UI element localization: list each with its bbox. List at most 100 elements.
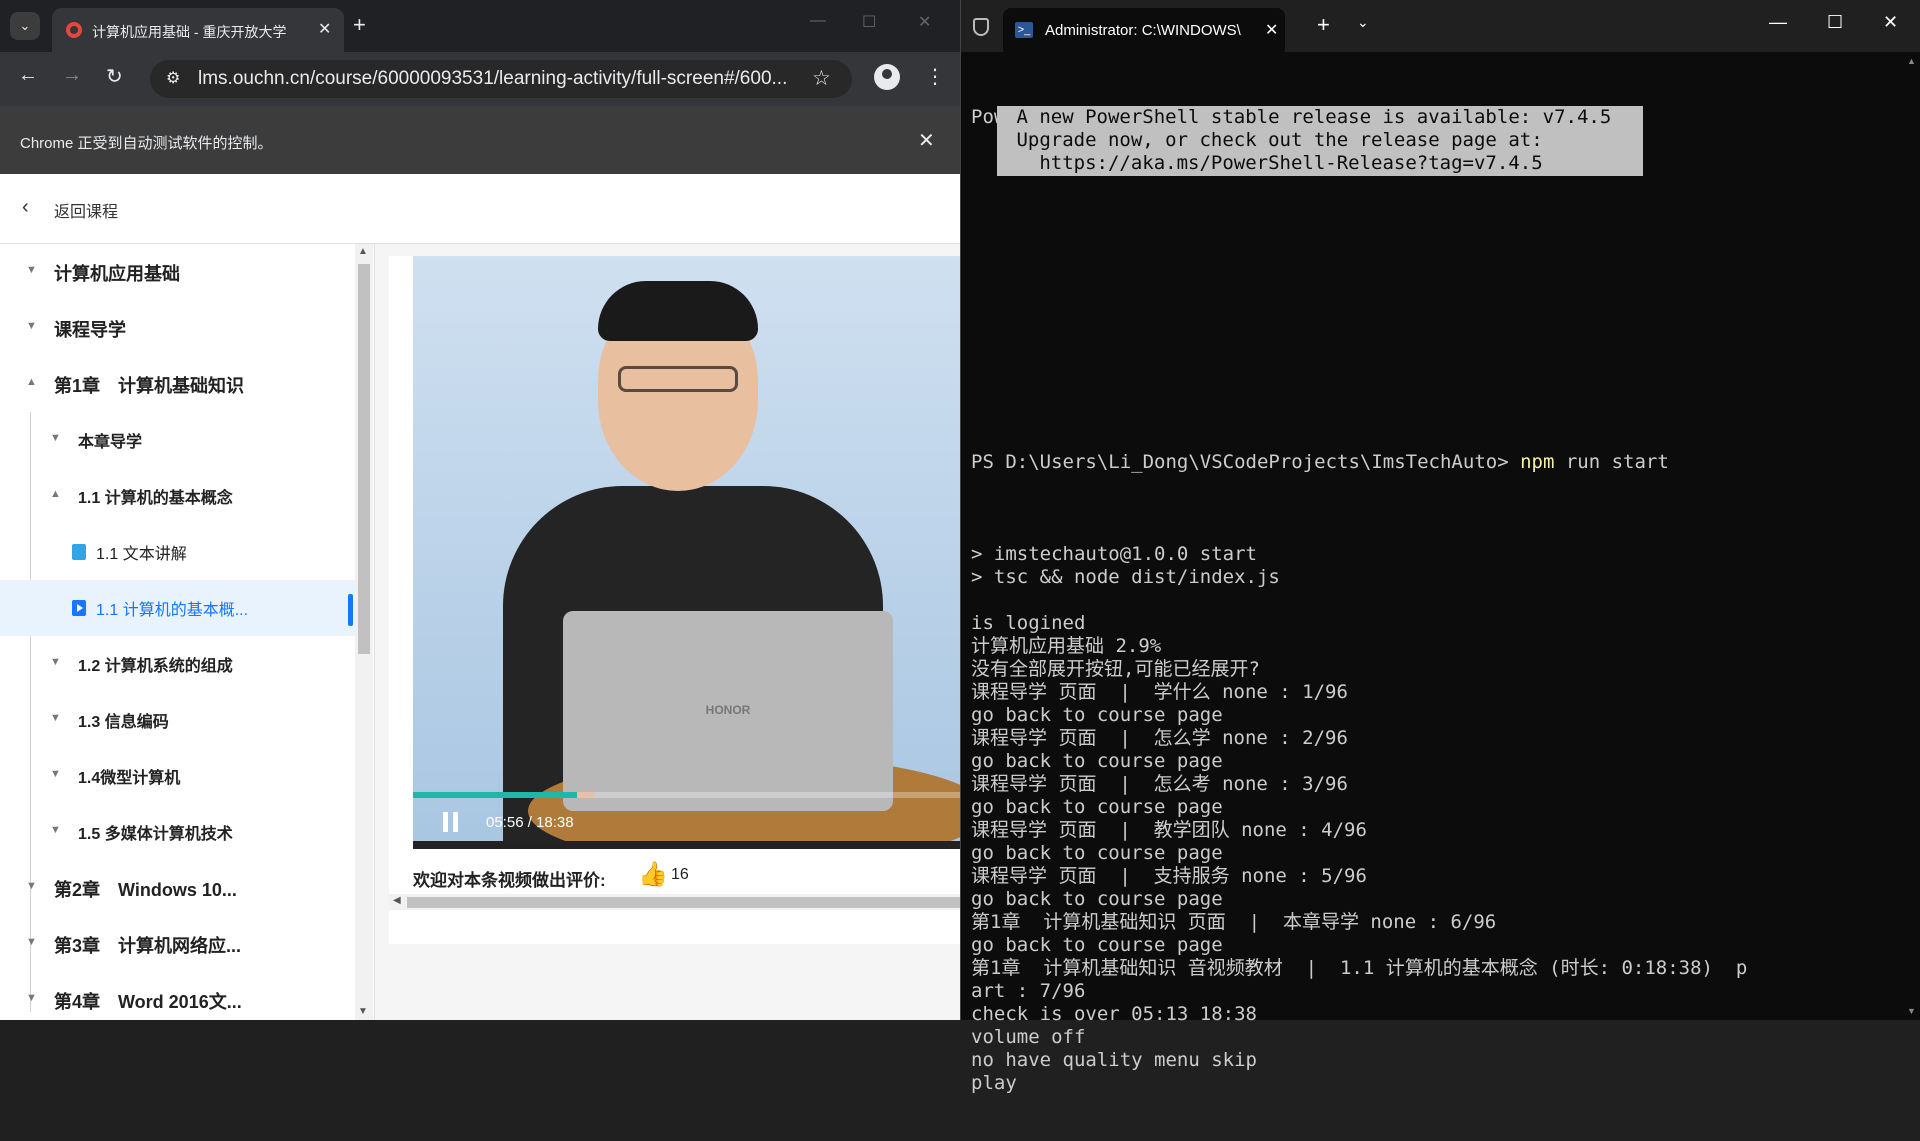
tree-item-chapter2[interactable]: ▼ 第2章 Windows 10... bbox=[0, 860, 356, 916]
notice-line: https://aka.ms/PowerShell-Release?tag=v7… bbox=[1005, 152, 1543, 174]
terminal-line: art : 7/96 bbox=[971, 980, 1086, 1002]
terminal-line: go back to course page bbox=[971, 888, 1223, 910]
terminal-close-icon[interactable]: ✕ bbox=[1883, 12, 1898, 33]
document-icon bbox=[72, 544, 86, 560]
caret-down-icon: ▼ bbox=[26, 992, 37, 1004]
scroll-up-icon[interactable]: ▲ bbox=[1907, 56, 1916, 66]
tree-label: 第2章 Windows 10... bbox=[54, 880, 237, 900]
sidebar-scrollbar[interactable]: ▲ ▼ bbox=[355, 244, 373, 1020]
tab-search-icon[interactable]: ⌄ bbox=[10, 12, 40, 40]
caret-down-icon: ▼ bbox=[50, 712, 61, 724]
tree-item-section-1-2[interactable]: ▼ 1.2 计算机系统的组成 bbox=[0, 636, 356, 692]
browser-toolbar: ← → ↻ ⚙ lms.ouchn.cn/course/60000093531/… bbox=[0, 52, 960, 106]
sidebar-scroll-thumb[interactable] bbox=[358, 264, 370, 654]
chevron-left-icon[interactable]: ‹ bbox=[22, 196, 29, 219]
scroll-left-icon[interactable]: ◀ bbox=[393, 895, 401, 906]
tree-label: 第4章 Word 2016文... bbox=[54, 992, 242, 1012]
terminal-line: go back to course page bbox=[971, 842, 1223, 864]
minimize-icon[interactable]: — bbox=[810, 12, 826, 30]
scroll-down-icon[interactable]: ▼ bbox=[358, 1006, 368, 1017]
video-progress-bar[interactable] bbox=[413, 792, 960, 798]
terminal-line: go back to course page bbox=[971, 796, 1223, 818]
caret-up-icon: ▲ bbox=[50, 488, 61, 500]
laptop-brand: HONOR bbox=[705, 703, 751, 717]
tree-label: 课程导学 bbox=[54, 320, 126, 340]
tree-label: 第1章 计算机基础知识 bbox=[54, 376, 245, 396]
terminal-tab[interactable]: >_ Administrator: C:\WINDOWS\ ✕ bbox=[1003, 8, 1285, 52]
tree-item-chapter-guide[interactable]: ▼ 本章导学 bbox=[0, 412, 356, 468]
terminal-new-tab-icon[interactable]: + bbox=[1317, 12, 1330, 38]
video-player[interactable]: HONOR 05:56 / 18:38 bbox=[413, 256, 960, 849]
terminal-line: no have quality menu skip bbox=[971, 1049, 1257, 1071]
forward-arrow-icon[interactable]: → bbox=[62, 64, 82, 87]
tree-item-chapter4[interactable]: ▼ 第4章 Word 2016文... bbox=[0, 972, 356, 1020]
tree-item-text-lecture[interactable]: 1.1 文本讲解 bbox=[0, 524, 356, 580]
window-close-icon[interactable]: ✕ bbox=[918, 12, 931, 32]
terminal-line: go back to course page bbox=[971, 704, 1223, 726]
terminal-tab-close-icon[interactable]: ✕ bbox=[1265, 20, 1278, 40]
chrome-window: ⌄ 计算机应用基础 - 重庆开放大学 ✕ + — ☐ ✕ ← → ↻ ⚙ lms… bbox=[0, 0, 960, 1020]
terminal-line: check is over 05:13 18:38 bbox=[971, 1003, 1257, 1025]
main-content: HONOR 05:56 / 18:38 欢迎对本条视频做出评价: 👍 16 ◀ bbox=[375, 244, 960, 1020]
thumbs-up-icon[interactable]: 👍 bbox=[638, 860, 668, 889]
terminal-line: 课程导学 页面 | 学什么 none : 1/96 bbox=[971, 681, 1348, 703]
terminal-window: >_ Administrator: C:\WINDOWS\ ✕ + ⌄ — ☐ … bbox=[960, 0, 1920, 1094]
video-card: HONOR 05:56 / 18:38 欢迎对本条视频做出评价: 👍 16 bbox=[389, 256, 960, 944]
scroll-down-icon[interactable]: ▼ bbox=[1907, 1006, 1916, 1016]
browser-tab[interactable]: 计算机应用基础 - 重庆开放大学 ✕ bbox=[52, 8, 344, 52]
notice-line: A new PowerShell stable release is avail… bbox=[1005, 106, 1623, 128]
caret-down-icon: ▼ bbox=[50, 768, 61, 780]
tree-item-section-1-3[interactable]: ▼ 1.3 信息编码 bbox=[0, 692, 356, 748]
tree-label: 1.5 多媒体计算机技术 bbox=[78, 826, 233, 843]
terminal-line: 课程导学 页面 | 支持服务 none : 5/96 bbox=[971, 865, 1367, 887]
tree-item-chapter1[interactable]: ▲ 第1章 计算机基础知识 bbox=[0, 356, 356, 412]
infobar-close-icon[interactable]: ✕ bbox=[918, 128, 935, 153]
new-tab-button[interactable]: + bbox=[353, 12, 366, 38]
tab-close-icon[interactable]: ✕ bbox=[318, 19, 331, 39]
video-time: 05:56 / 18:38 bbox=[486, 814, 574, 831]
bookmark-star-icon[interactable]: ☆ bbox=[812, 66, 831, 91]
terminal-line: 课程导学 页面 | 怎么考 none : 3/96 bbox=[971, 773, 1348, 795]
site-favicon-icon bbox=[66, 22, 82, 38]
site-info-icon[interactable]: ⚙ bbox=[166, 68, 180, 88]
profile-avatar-icon[interactable] bbox=[874, 64, 900, 90]
terminal-line: volume off bbox=[971, 1026, 1086, 1048]
tree-item-intro[interactable]: ▼ 课程导学 bbox=[0, 300, 356, 356]
tree-item-section-1-4[interactable]: ▼ 1.4微型计算机 bbox=[0, 748, 356, 804]
scroll-up-icon[interactable]: ▲ bbox=[358, 246, 368, 257]
terminal-scrollbar[interactable]: ▲ ▼ bbox=[1905, 52, 1919, 1020]
terminal-tab-title: Administrator: C:\WINDOWS\ bbox=[1045, 22, 1241, 39]
tree-item-section-1-1[interactable]: ▲ 1.1 计算机的基本概念 bbox=[0, 468, 356, 524]
horizontal-scroll-thumb[interactable] bbox=[407, 897, 960, 908]
terminal-output[interactable]: PowerShell 7.4.2 PS D:\Users\Li_Dong\VSC… bbox=[971, 60, 1911, 1141]
address-bar[interactable]: ⚙ lms.ouchn.cn/course/60000093531/learni… bbox=[150, 60, 852, 98]
like-count: 16 bbox=[671, 866, 689, 883]
terminal-dropdown-icon[interactable]: ⌄ bbox=[1357, 14, 1369, 31]
tree-item-section-1-5[interactable]: ▼ 1.5 多媒体计算机技术 bbox=[0, 804, 356, 860]
tree-label: 1.1 计算机的基本概念 bbox=[78, 490, 233, 507]
terminal-line: > tsc && node dist/index.js bbox=[971, 566, 1280, 588]
terminal-output-lines: > imstechauto@1.0.0 start > tsc && node d… bbox=[971, 520, 1911, 1095]
tree-label: 计算机应用基础 bbox=[54, 264, 180, 284]
menu-kebab-icon[interactable]: ⋮ bbox=[925, 64, 945, 89]
tree-item-video-active[interactable]: 1.1 计算机的基本概... bbox=[0, 580, 356, 636]
update-notice: A new PowerShell stable release is avail… bbox=[997, 106, 1643, 176]
tree-item-chapter3[interactable]: ▼ 第3章 计算机网络应... bbox=[0, 916, 356, 972]
reload-icon[interactable]: ↻ bbox=[106, 64, 123, 89]
terminal-minimize-icon[interactable]: — bbox=[1769, 12, 1787, 33]
tree-item-course[interactable]: ▼ 计算机应用基础 bbox=[0, 244, 356, 300]
terminal-line: 没有全部展开按钮,可能已经展开? bbox=[971, 658, 1260, 680]
tree-label: 1.1 计算机的基本概... bbox=[96, 602, 249, 619]
prompt-args: run start bbox=[1554, 451, 1669, 473]
back-to-course-link[interactable]: 返回课程 bbox=[54, 198, 118, 222]
horizontal-scrollbar[interactable]: ◀ bbox=[389, 894, 960, 910]
maximize-icon[interactable]: ☐ bbox=[862, 12, 876, 32]
back-arrow-icon[interactable]: ← bbox=[18, 64, 38, 87]
rating-prompt: 欢迎对本条视频做出评价: bbox=[413, 871, 606, 890]
tab-title: 计算机应用基础 - 重庆开放大学 bbox=[92, 24, 287, 40]
terminal-maximize-icon[interactable]: ☐ bbox=[1827, 12, 1843, 33]
pause-icon[interactable] bbox=[443, 812, 459, 832]
